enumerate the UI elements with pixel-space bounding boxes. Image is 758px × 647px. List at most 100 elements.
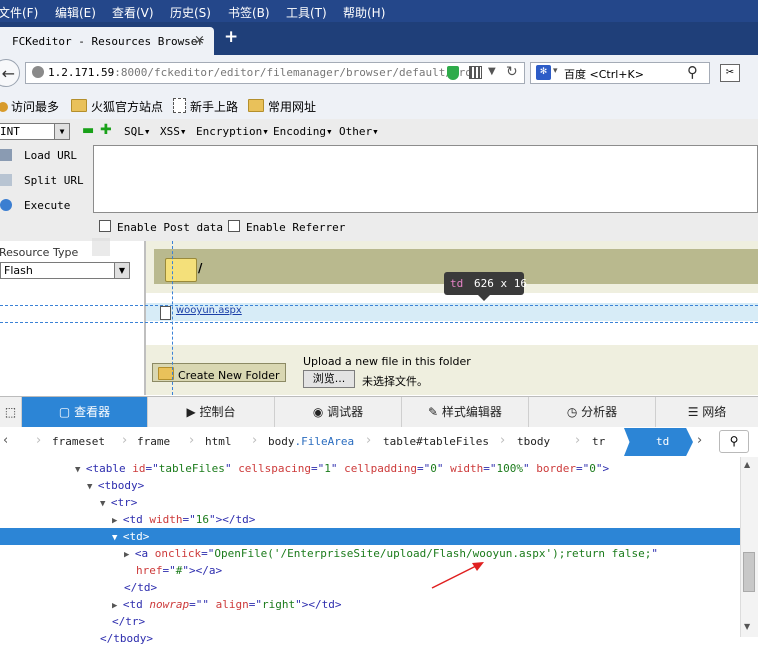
scroll-down-icon[interactable]: ▼ xyxy=(744,622,750,631)
checkbox-label: Enable Post data xyxy=(117,221,223,234)
scroll-up-icon[interactable]: ▲ xyxy=(744,460,750,469)
execute-button[interactable]: Execute xyxy=(0,199,70,212)
menu-xss[interactable]: XSS▾ xyxy=(160,125,187,138)
url-bar[interactable]: 1.2.171.59:8000/fckeditor/editor/fileman… xyxy=(25,62,525,84)
search-icon[interactable]: ⚲ xyxy=(719,430,749,453)
browse-button[interactable]: 浏览... xyxy=(303,370,355,388)
browser-tab[interactable]: FCKeditor - Resources Browser × xyxy=(0,27,214,56)
code-token: " xyxy=(523,462,537,475)
tab-title: FCKeditor - Resources Browser xyxy=(12,35,205,48)
menu-tools[interactable]: 工具(T) xyxy=(286,4,327,21)
breadcrumb-item[interactable]: tbody xyxy=(517,435,550,448)
markup-line-tr-close[interactable]: </tr> xyxy=(112,613,145,630)
upload-panel: Create New Folder Upload a new file in t… xyxy=(146,345,758,395)
hackbar-type-select[interactable]: INT ▼ xyxy=(0,123,70,140)
menu-encoding[interactable]: Encoding▾ xyxy=(273,125,333,138)
split-url-button[interactable]: Split URL xyxy=(0,174,84,187)
menu-edit[interactable]: 编辑(E) xyxy=(55,4,96,21)
menu-view[interactable]: 查看(V) xyxy=(112,4,154,21)
enable-referrer-checkbox[interactable]: Enable Referrer xyxy=(228,220,345,234)
twisty-icon[interactable]: ▼ xyxy=(112,533,123,543)
tab-label: 查看器 xyxy=(74,405,111,419)
element-picker-icon[interactable]: ⬚ xyxy=(0,397,22,427)
breadcrumb-scroll-left-icon[interactable]: ‹ xyxy=(3,433,8,448)
search-engine-caret[interactable]: ▾ xyxy=(553,66,558,76)
checkbox-box[interactable] xyxy=(99,220,111,232)
enable-post-checkbox[interactable]: Enable Post data xyxy=(99,220,223,234)
baidu-paw-icon[interactable]: ✻ xyxy=(536,65,551,80)
chevron-down-icon[interactable]: ▼ xyxy=(114,263,129,278)
dropdown-icon[interactable]: ▼ xyxy=(488,66,496,77)
breadcrumb-item[interactable]: html xyxy=(205,435,232,448)
qr-code-icon[interactable] xyxy=(469,66,482,79)
search-magnifier-icon[interactable]: ⚲ xyxy=(687,63,698,81)
twisty-icon[interactable]: ▼ xyxy=(75,465,86,475)
menu-bookmarks[interactable]: 书签(B) xyxy=(228,4,270,21)
bookmark-getting-started[interactable]: 新手上路 xyxy=(173,98,238,115)
menu-encryption[interactable]: Encryption▾ xyxy=(196,125,269,138)
tab-profiler[interactable]: ◷ 分析器 xyxy=(529,397,656,427)
markup-line-anchor[interactable]: ▶ <a onclick="OpenFile('/EnterpriseSite/… xyxy=(124,545,658,562)
code-token: </tbody> xyxy=(100,632,153,645)
network-icon: ☰ xyxy=(687,405,703,419)
tooltip-tag: td xyxy=(450,277,464,290)
tab-console[interactable]: ▶ 控制台 xyxy=(148,397,275,427)
twisty-icon[interactable]: ▶ xyxy=(124,550,135,560)
tab-close-icon[interactable]: × xyxy=(194,33,205,48)
code-token: 1 xyxy=(324,462,331,475)
markup-line-tbody[interactable]: ▼ <tbody> xyxy=(87,477,144,494)
back-button[interactable]: ← xyxy=(0,59,20,87)
reload-icon[interactable]: ↻ xyxy=(506,64,518,80)
new-tab-button[interactable]: + xyxy=(224,27,238,47)
twisty-icon[interactable]: ▶ xyxy=(112,516,123,526)
bookmark-most-visited[interactable]: 访问最多 xyxy=(0,98,59,115)
tab-inspector[interactable]: ▢ 查看器 xyxy=(22,397,148,427)
markup-line-td-width[interactable]: ▶ <td width="16"></td> xyxy=(112,511,255,528)
markup-line-anchor-href[interactable]: href="#"></a> xyxy=(136,562,222,579)
resource-type-select[interactable]: Flash ▼ xyxy=(0,262,130,279)
markup-line-tbody-close[interactable]: </tbody> xyxy=(100,630,153,647)
code-token: " xyxy=(436,462,451,475)
twisty-icon[interactable]: ▼ xyxy=(100,499,111,509)
crumb-id: #tableFiles xyxy=(416,435,489,448)
bookmark-firefox-site[interactable]: 火狐官方站点 xyxy=(71,98,163,115)
markup-line-td-selected[interactable]: ▼ <td> xyxy=(0,528,740,545)
checkbox-box[interactable] xyxy=(228,220,240,232)
tab-network[interactable]: ☰ 网络 xyxy=(656,397,758,427)
markup-scrollbar[interactable]: ▲ ▼ xyxy=(740,457,758,637)
markup-line-td-close[interactable]: </td> xyxy=(124,579,157,596)
twisty-icon[interactable]: ▼ xyxy=(87,482,98,492)
screenshot-tool-icon[interactable]: ✂ xyxy=(720,64,740,82)
inspector-icon: ▢ xyxy=(58,405,75,419)
breadcrumb-scroll-right-icon[interactable]: › xyxy=(697,433,702,448)
crumb-tag: html xyxy=(205,435,232,448)
url-textarea[interactable] xyxy=(93,145,758,213)
breadcrumb-item[interactable]: body.FileArea xyxy=(268,435,354,448)
minus-icon[interactable]: ▬ xyxy=(82,123,94,138)
tab-debugger[interactable]: ◉ 调试器 xyxy=(275,397,402,427)
tab-style-editor[interactable]: ✎ 样式编辑器 xyxy=(402,397,529,427)
plus-icon[interactable]: ✚ xyxy=(100,122,112,138)
breadcrumb-item-active[interactable]: td xyxy=(624,428,693,456)
breadcrumb-item[interactable]: frame xyxy=(137,435,170,448)
scroll-thumb[interactable] xyxy=(743,552,755,592)
markup-line-table[interactable]: ▼ <table id="tableFiles" cellspacing="1"… xyxy=(75,460,609,477)
file-link[interactable]: wooyun.aspx xyxy=(176,305,242,316)
chevron-down-icon[interactable]: ▼ xyxy=(54,124,69,139)
menu-file[interactable]: 文件(F) xyxy=(0,4,38,21)
menu-other[interactable]: Other▾ xyxy=(339,125,379,138)
breadcrumb-item[interactable]: frameset xyxy=(52,435,105,448)
crumb-tag: table xyxy=(383,435,417,448)
menu-help[interactable]: 帮助(H) xyxy=(343,4,385,21)
markup-line-tr[interactable]: ▼ <tr> xyxy=(100,494,137,511)
menu-history[interactable]: 历史(S) xyxy=(170,4,211,21)
search-bar[interactable]: ✻ ▾ 百度 <Ctrl+K> ⚲ xyxy=(530,62,710,84)
shield-icon[interactable] xyxy=(447,66,459,80)
twisty-icon[interactable]: ▶ xyxy=(112,601,123,611)
breadcrumb-item[interactable]: tr xyxy=(592,435,605,448)
load-url-button[interactable]: Load URL xyxy=(0,149,77,162)
markup-line-td-nowrap[interactable]: ▶ <td nowrap="" align="right"></td> xyxy=(112,596,341,613)
menu-sql[interactable]: SQL▾ xyxy=(124,125,151,138)
bookmark-common-sites[interactable]: 常用网址 xyxy=(248,98,316,115)
breadcrumb-item[interactable]: table#tableFiles xyxy=(383,435,489,448)
